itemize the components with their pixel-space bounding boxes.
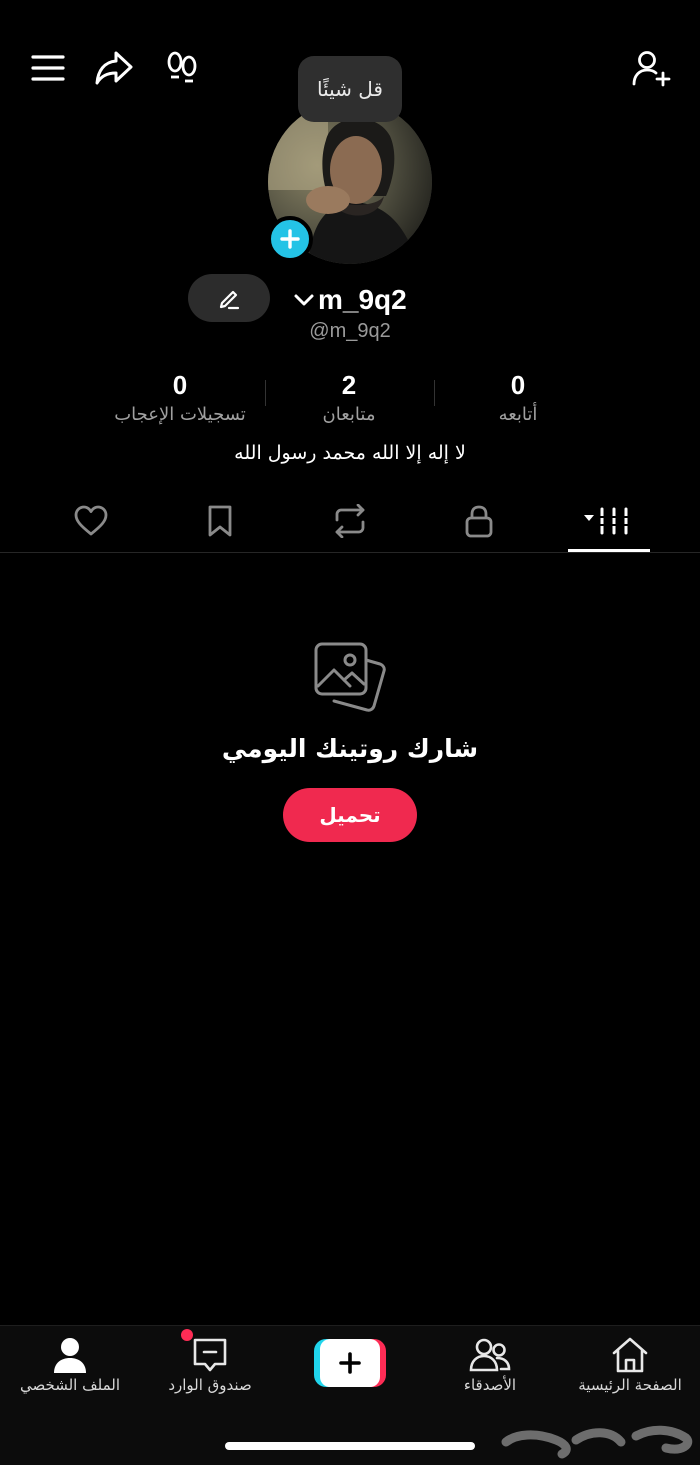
nav-friends[interactable]: الأصدقاء [420, 1334, 560, 1404]
tab-private[interactable] [439, 496, 519, 546]
tabs-divider [0, 552, 700, 553]
menu-icon [31, 55, 65, 81]
nav-friends-label: الأصدقاء [463, 1376, 517, 1394]
username: m_9q2 [318, 284, 407, 315]
share-icon [95, 51, 133, 85]
tab-reposts[interactable] [310, 496, 390, 546]
plus-icon [339, 1352, 361, 1374]
lock-icon [465, 505, 493, 538]
share-button[interactable] [92, 46, 136, 90]
footprint-icon [167, 51, 197, 83]
bio-text: لا إله إلا الله محمد رسول الله [234, 442, 466, 464]
home-icon [612, 1337, 648, 1373]
nav-home[interactable]: الصفحة الرئيسية [560, 1334, 700, 1404]
home-indicator [225, 1442, 475, 1450]
user-handle: @m_9q2 [309, 320, 391, 342]
photo-icon [310, 640, 390, 716]
nav-home-label: الصفحة الرئيسية [578, 1376, 682, 1394]
profile-views-button[interactable] [160, 46, 204, 90]
empty-state-title: شارك روتينك اليومي [221, 734, 479, 763]
nav-inbox-label: صندوق الوارد [168, 1376, 252, 1394]
tab-videos[interactable] [569, 496, 649, 546]
nav-inbox[interactable]: صندوق الوارد [140, 1334, 280, 1404]
heart-icon [74, 505, 108, 536]
plus-icon [280, 229, 300, 249]
bookmark-icon [208, 505, 232, 537]
add-story-button[interactable] [267, 216, 313, 262]
account-switcher[interactable]: m_9q2 [292, 280, 407, 320]
say-something-bubble[interactable]: قل شيئًا [298, 56, 402, 122]
tab-liked[interactable] [51, 496, 131, 546]
following-label: أتابعه [498, 404, 538, 425]
tab-saved[interactable] [180, 496, 260, 546]
upload-button[interactable]: تحميل [283, 788, 417, 842]
inbox-icon [193, 1338, 227, 1372]
repost-icon [335, 504, 365, 538]
following-count: 0 [510, 370, 526, 400]
friends-icon [469, 1338, 511, 1372]
chevron-down-icon [294, 294, 314, 306]
edit-profile-button[interactable] [188, 274, 270, 322]
watermark-logo [496, 1412, 696, 1462]
followers-label: متابعان [322, 404, 376, 425]
grid-icon [584, 507, 630, 535]
add-friend-icon [632, 51, 671, 87]
followers-stat[interactable]: 2 متابعان [259, 368, 439, 428]
menu-button[interactable] [26, 46, 70, 90]
notification-dot [181, 1329, 193, 1341]
add-friend-button[interactable] [628, 46, 676, 90]
profile-icon [54, 1338, 86, 1373]
likes-stat[interactable]: 0 تسجيلات الإعجاب [90, 368, 270, 428]
create-button[interactable] [314, 1339, 386, 1387]
likes-count: 0 [172, 370, 188, 400]
followers-count: 2 [341, 370, 357, 400]
status-bar [34, 0, 154, 4]
likes-label: تسجيلات الإعجاب [114, 404, 246, 425]
nav-profile-label: الملف الشخصي [20, 1376, 120, 1394]
nav-profile[interactable]: الملف الشخصي [0, 1334, 140, 1404]
edit-icon [219, 290, 240, 310]
following-stat[interactable]: 0 أتابعه [428, 368, 608, 428]
